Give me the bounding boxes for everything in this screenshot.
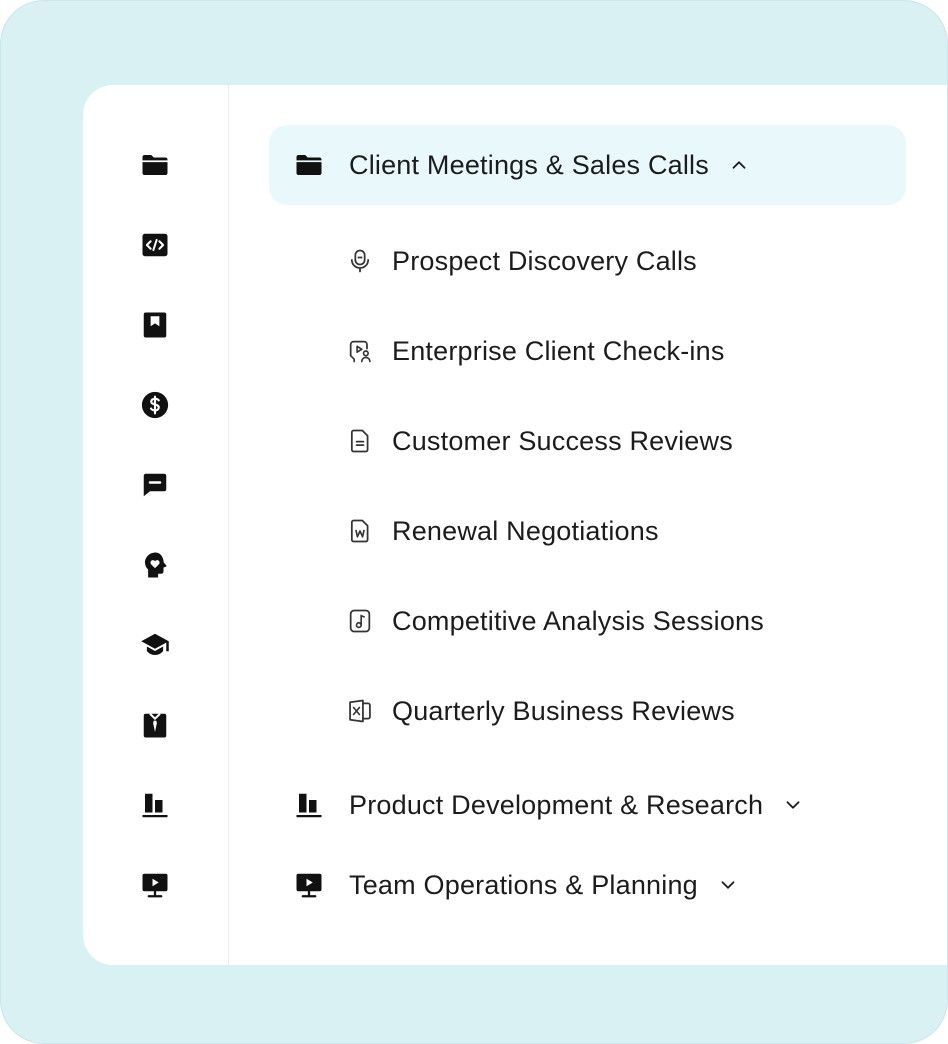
chevron-down-icon[interactable]	[716, 873, 740, 897]
group-client-meetings[interactable]: Client Meetings & Sales Calls	[269, 125, 906, 205]
audio-file-icon	[345, 606, 375, 636]
chart-icon	[293, 789, 325, 821]
dollar-icon[interactable]	[139, 389, 171, 421]
chevron-up-icon[interactable]	[727, 153, 751, 177]
folder-tree: Client Meetings & Sales Calls Prospect D…	[229, 85, 947, 965]
group-label: Client Meetings & Sales Calls	[349, 149, 709, 180]
icon-rail	[83, 85, 229, 965]
group-team-operations[interactable]: Team Operations & Planning	[269, 845, 740, 925]
folder-icon	[293, 149, 325, 181]
list-item-label: Renewal Negotiations	[392, 515, 659, 546]
group-label: Product Development & Research	[349, 789, 764, 820]
bookmark-icon[interactable]	[139, 309, 171, 341]
list-item-prospect-discovery[interactable]: Prospect Discovery Calls	[345, 231, 697, 291]
list-item-enterprise-checkins[interactable]: Enterprise Client Check-ins	[345, 321, 725, 381]
app-frame: Client Meetings & Sales Calls Prospect D…	[0, 0, 948, 1044]
word-file-icon	[345, 516, 375, 546]
chevron-down-icon[interactable]	[781, 793, 805, 817]
shirt-icon[interactable]	[139, 709, 171, 741]
list-item-renewal-negotiations[interactable]: Renewal Negotiations	[345, 501, 659, 561]
microphone-icon	[345, 246, 375, 276]
list-item-customer-success[interactable]: Customer Success Reviews	[345, 411, 733, 471]
head-heart-icon[interactable]	[139, 549, 171, 581]
navigation-panel: Client Meetings & Sales Calls Prospect D…	[83, 85, 947, 965]
list-item-competitive-analysis[interactable]: Competitive Analysis Sessions	[345, 591, 764, 651]
list-item-label: Customer Success Reviews	[392, 425, 733, 456]
list-item-label: Quarterly Business Reviews	[392, 695, 735, 726]
chart-icon[interactable]	[139, 789, 171, 821]
group-label: Team Operations & Planning	[349, 869, 698, 900]
presentation-icon[interactable]	[139, 869, 171, 901]
list-item-label: Competitive Analysis Sessions	[392, 605, 764, 636]
list-item-label: Enterprise Client Check-ins	[392, 335, 725, 366]
list-item-label: Prospect Discovery Calls	[392, 245, 697, 276]
code-icon[interactable]	[139, 229, 171, 261]
excel-file-icon	[345, 696, 375, 726]
group-product-development[interactable]: Product Development & Research	[269, 765, 805, 845]
message-icon[interactable]	[139, 469, 171, 501]
presentation-icon	[293, 869, 325, 901]
video-chat-icon	[345, 336, 375, 366]
document-icon	[345, 426, 375, 456]
folder-icon[interactable]	[139, 149, 171, 181]
list-item-quarterly-reviews[interactable]: Quarterly Business Reviews	[345, 681, 735, 741]
graduation-cap-icon[interactable]	[139, 629, 171, 661]
